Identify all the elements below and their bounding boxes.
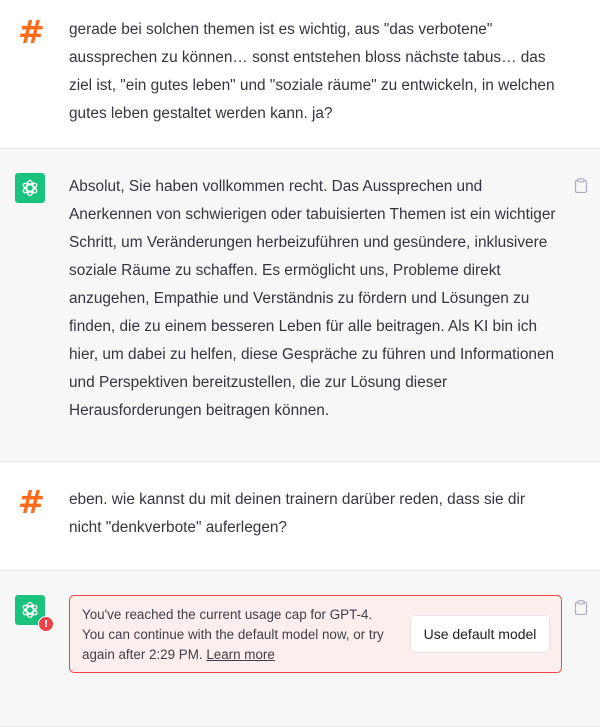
- assistant-message-text: Absolut, Sie haben vollkommen recht. Das…: [69, 178, 556, 419]
- user-message: # gerade bei solchen themen ist es wicht…: [0, 0, 600, 149]
- copy-icon[interactable]: [574, 178, 588, 193]
- user-message: # eben. wie kannst du mit deinen trainer…: [0, 462, 600, 571]
- usage-cap-notice: You've reached the current usage cap for…: [69, 595, 562, 673]
- openai-logo-icon: [22, 601, 38, 619]
- use-default-model-button[interactable]: Use default model: [410, 615, 550, 653]
- copy-icon[interactable]: [574, 600, 588, 615]
- user-message-text: eben. wie kannst du mit deinen trainern …: [69, 491, 526, 536]
- openai-logo-icon: [22, 179, 38, 197]
- error-alert-icon: !: [38, 616, 54, 632]
- learn-more-link[interactable]: Learn more: [206, 647, 274, 662]
- user-avatar-hash-icon: #: [18, 483, 45, 521]
- assistant-avatar: [15, 173, 45, 203]
- user-message-text: gerade bei solchen themen ist es wichtig…: [69, 21, 555, 122]
- usage-cap-text: You've reached the current usage cap for…: [82, 605, 397, 665]
- user-avatar-hash-icon: #: [18, 13, 45, 51]
- assistant-message: Absolut, Sie haben vollkommen recht. Das…: [0, 149, 600, 462]
